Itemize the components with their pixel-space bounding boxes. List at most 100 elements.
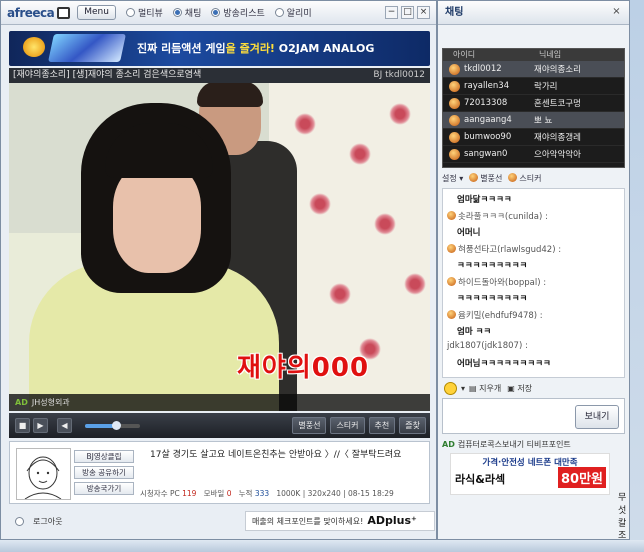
- screen: afreeca Menu 멀티뷰 채팅 방송리스트 알리미 − □ × 진짜 리…: [0, 0, 644, 552]
- ad-badge: AD: [442, 440, 455, 449]
- flower-pattern: [389, 103, 411, 125]
- user-list-header: 아이디 닉네임: [443, 49, 624, 61]
- emoticon-icon[interactable]: [444, 381, 457, 395]
- share-broadcast-button[interactable]: 방송 공유하기: [74, 466, 134, 479]
- tv-icon: [57, 6, 71, 19]
- user-icon: [449, 114, 460, 126]
- tab-notifier[interactable]: 알리미: [274, 6, 312, 19]
- chat-ad-line[interactable]: AD 컴퓨터로콕스보내기 티비프포인트: [442, 439, 625, 450]
- chat-sender[interactable]: 혀풍선타고(rlawlsgud42) :: [447, 243, 561, 255]
- tab-broadcast-list[interactable]: 방송리스트: [211, 6, 265, 19]
- recommend-button[interactable]: 추천: [368, 417, 396, 434]
- user-icon: [449, 131, 460, 143]
- favorite-button[interactable]: 즐찾: [399, 417, 426, 434]
- radio-icon: [274, 8, 284, 17]
- maximize-button[interactable]: □: [401, 6, 414, 19]
- logout-icon: [15, 516, 24, 526]
- user-row[interactable]: aangaang4 뽀 뇨: [443, 112, 624, 129]
- user-icon: [449, 148, 460, 160]
- save-button[interactable]: ▣ 저장: [507, 383, 532, 394]
- go-station-button[interactable]: 방송국가기: [74, 482, 134, 495]
- volume-slider[interactable]: [85, 420, 140, 430]
- send-button[interactable]: 보내기: [575, 405, 619, 429]
- bj-avatar[interactable]: [16, 448, 71, 500]
- broadcast-stats: 시청자수 PC 119 모바일 0 누적 333 1000K | 320x240…: [140, 489, 394, 498]
- user-row[interactable]: sangwan0 으아악악악아: [443, 146, 624, 163]
- close-button[interactable]: ×: [417, 6, 430, 19]
- column-id: 아이디: [453, 50, 476, 59]
- chat-message: 엄마닮ㅋㅋㅋㅋ: [457, 195, 512, 205]
- flower-pattern: [309, 193, 331, 215]
- player-window: afreeca Menu 멀티뷰 채팅 방송리스트 알리미 − □ × 진짜 리…: [0, 0, 437, 540]
- video-ad-strip[interactable]: AD JH성형외과: [9, 394, 430, 411]
- user-id: rayallen34: [464, 81, 510, 91]
- tab-label: 방송리스트: [223, 9, 265, 19]
- ad-banner[interactable]: 진짜 리듬액션 게임을 즐겨라! O2JAM ANALOG: [9, 31, 430, 66]
- chat-sender[interactable]: jdk1807(jdk1807) :: [447, 341, 528, 351]
- user-nick: 재야의종갱레: [534, 133, 581, 143]
- afreeca-logo: afreeca: [7, 5, 55, 20]
- player-footer: 로그아웃 매출의 체크포인트를 맞이하세요! ADplus⁺: [9, 510, 435, 532]
- user-id: tkdl0012: [464, 64, 502, 74]
- footer-ad[interactable]: 매출의 체크포인트를 맞이하세요! ADplus⁺: [245, 511, 435, 531]
- user-nick: 락가리: [534, 82, 558, 92]
- user-row[interactable]: 72013308 혼센트코구멍: [443, 95, 624, 112]
- balloon-icon: [469, 173, 479, 182]
- logout-button[interactable]: 로그아웃: [33, 516, 62, 527]
- user-row[interactable]: rayallen34 락가리: [443, 78, 624, 95]
- desktop-text: 무: [618, 493, 627, 503]
- promo-ad[interactable]: 가격·안전성 네트폰 대만족 라식&라섹 80만원: [450, 453, 610, 495]
- user-nick: 혼센트코구멍: [534, 99, 581, 109]
- video-area[interactable]: 재야의000: [9, 83, 430, 411]
- user-row[interactable]: tkdl0012 재야의종소리: [443, 61, 624, 78]
- chat-sender[interactable]: 하이드돌아와(boppal) :: [447, 276, 546, 288]
- play-button[interactable]: ▶: [33, 418, 48, 433]
- chat-ad-text: 컴퓨터로콕스보내기 티비프포인트: [457, 440, 571, 449]
- chat-input-tools: ▾ ▤ 지우개 ▣ 저장: [442, 380, 625, 396]
- user-id: 72013308: [464, 98, 508, 108]
- bj-id: BJ tkdl0012: [373, 70, 425, 80]
- eraser-button[interactable]: ▤ 지우개: [469, 383, 501, 394]
- bj-clip-button[interactable]: BJ영상클립: [74, 450, 134, 463]
- tab-label: 멀티뷰: [137, 9, 163, 19]
- star-balloon-button[interactable]: 별풍선: [292, 417, 327, 434]
- ad-strip-text: JH성형외과: [31, 398, 70, 407]
- sticker-button[interactable]: 스티커: [330, 417, 365, 434]
- chat-close-button[interactable]: ×: [610, 6, 623, 19]
- tab-label: 채팅: [184, 9, 202, 19]
- chat-titlebar: 채팅 ×: [438, 1, 629, 25]
- user-icon: [449, 97, 460, 109]
- chat-message: 어머니: [457, 228, 481, 238]
- menu-button[interactable]: Menu: [77, 5, 116, 20]
- user-list: 아이디 닉네임 tkdl0012 재야의종소리 rayallen34 락가리 720…: [442, 48, 625, 168]
- banner-music-icon: [23, 37, 45, 57]
- chat-sender[interactable]: 솟라풀ㅋㅋㅋ(cunilda) :: [447, 210, 548, 222]
- tab-label: 알리미: [286, 9, 312, 19]
- person-adult-hair: [197, 83, 263, 107]
- user-icon: [447, 310, 456, 319]
- desktop-background: [630, 0, 644, 552]
- volume-handle[interactable]: [112, 420, 121, 430]
- chat-window: 채팅 × 아이디 닉네임 tkdl0012 재야의종소리 rayallen34 락가…: [437, 0, 630, 540]
- chat-star-balloon-button[interactable]: 별풍선: [469, 172, 502, 186]
- minimize-button[interactable]: −: [385, 6, 398, 19]
- dropdown-icon[interactable]: ▾: [461, 384, 465, 393]
- player-controls: ■ ▶ ◀ 별풍선 스티커 추천 즐찾: [9, 413, 430, 438]
- user-id: sangwan0: [464, 149, 508, 159]
- settings-button[interactable]: 설정 ▾: [442, 172, 463, 186]
- tab-chat[interactable]: 채팅: [172, 6, 202, 19]
- user-nick: 으아악악악아: [534, 150, 581, 160]
- user-row[interactable]: bumwoo90 재야의종갱레: [443, 129, 624, 146]
- chat-sender[interactable]: 윰키밀(ehdfuf9478) :: [447, 309, 543, 321]
- chat-sticker-button[interactable]: 스티커: [508, 172, 541, 186]
- volume-icon[interactable]: ◀: [57, 418, 72, 433]
- person-girl-face: [113, 163, 201, 273]
- taskbar: [0, 540, 644, 552]
- radio-icon: [172, 8, 182, 17]
- stream-title-bar: [재야의종소리] [생]재야의 종소리 검은색으로염색 BJ tkdl0012: [9, 68, 430, 83]
- banner-text: 진짜 리듬액션 게임을 즐겨라! O2JAM ANALOG: [137, 42, 375, 55]
- volume-fill: [85, 423, 115, 428]
- tab-multiview[interactable]: 멀티뷰: [125, 6, 163, 19]
- chat-messages[interactable]: 엄마닮ㅋㅋㅋㅋ 솟라풀ㅋㅋㅋ(cunilda) : 어머니 혀풍선타고(rlaw…: [442, 188, 625, 378]
- stop-button[interactable]: ■: [15, 418, 30, 433]
